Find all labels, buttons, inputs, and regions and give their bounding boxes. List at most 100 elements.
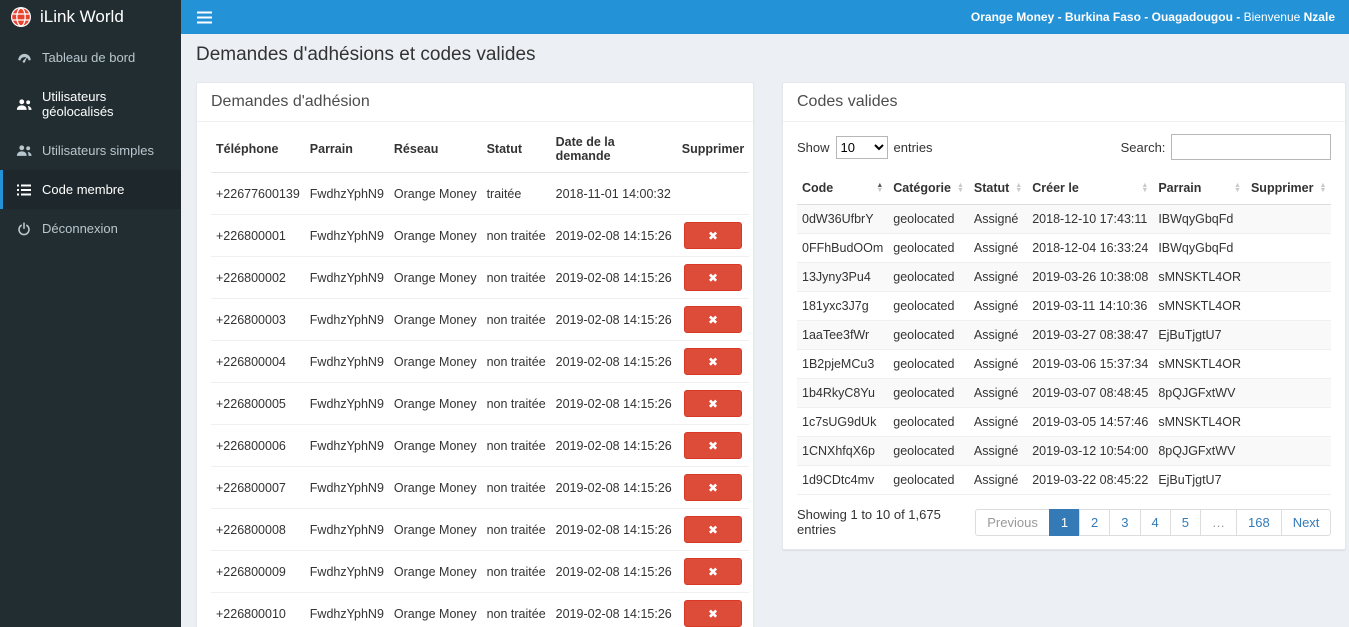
- statut-cell: Assigné: [968, 407, 1028, 437]
- delete-button[interactable]: ✖: [683, 558, 742, 585]
- page-length-control: Show 10 entries: [797, 135, 933, 159]
- page-button[interactable]: 2: [1079, 508, 1111, 536]
- close-icon: ✖: [707, 354, 719, 369]
- column-header-statut[interactable]: Statut ▲ ▼: [968, 172, 1028, 205]
- parrain-cell: IBWqyGbqFd: [1153, 204, 1246, 234]
- creer-le-cell: 2018-12-04 16:33:24: [1027, 233, 1154, 263]
- codes-header-row: Code ▲ ▼ Catégorie ▲ ▼ Statut ▲ ▼ Créer …: [797, 172, 1332, 205]
- statut-cell: Assigné: [968, 378, 1028, 408]
- telephone-cell: +226800008: [211, 508, 305, 551]
- delete-button[interactable]: ✖: [683, 390, 742, 417]
- date-cell: 2019-02-08 14:15:26: [550, 298, 677, 341]
- creer-le-cell: 2019-03-07 08:48:45: [1027, 378, 1154, 408]
- supprimer-cell: [1245, 204, 1332, 234]
- code-table-row: 1c7sUG9dUk geolocated Assigné 2019-03-05…: [797, 407, 1332, 437]
- supprimer-cell: ✖: [676, 508, 750, 551]
- column-header-supprimer[interactable]: Supprimer ▲ ▼: [1245, 172, 1332, 205]
- page-title: Demandes d'adhésions et codes valides: [196, 44, 536, 65]
- code-cell: 181yxc3J7g: [797, 291, 889, 321]
- reseau-cell: Orange Money: [388, 298, 482, 341]
- page-button[interactable]: …: [1199, 508, 1237, 536]
- statut-cell: traitée: [481, 172, 551, 215]
- categorie-cell: geolocated: [888, 233, 969, 263]
- supprimer-cell: ✖: [676, 340, 750, 383]
- page-button[interactable]: 1: [1048, 508, 1081, 536]
- reseau-cell: Orange Money: [388, 508, 482, 551]
- sidebar-item-logout[interactable]: Déconnexion: [0, 209, 181, 248]
- pagination: Previous 1 2 3 4 5 … 168 Next: [975, 508, 1332, 536]
- supprimer-cell: [1245, 262, 1332, 292]
- delete-button[interactable]: ✖: [683, 600, 742, 627]
- reseau-cell: Orange Money: [388, 214, 482, 257]
- statut-cell: Assigné: [968, 320, 1028, 350]
- adhesions-panel-title: Demandes d'adhésion: [197, 83, 753, 122]
- statut-cell: Assigné: [968, 233, 1028, 263]
- categorie-cell: geolocated: [888, 436, 969, 466]
- page-button[interactable]: 5: [1169, 508, 1201, 536]
- creer-le-cell: 2019-03-22 08:45:22: [1027, 465, 1154, 495]
- parrain-cell: EjBuTjgtU7: [1153, 320, 1246, 350]
- code-cell: 0dW36UfbrY: [797, 204, 889, 234]
- user-info[interactable]: Orange Money - Burkina Faso - Ouagadougo…: [971, 10, 1349, 24]
- sidebar-item-users-simple[interactable]: Utilisateurs simples: [0, 131, 181, 170]
- delete-button[interactable]: ✖: [683, 222, 742, 249]
- parrain-cell: FwdhzYphN9: [304, 298, 389, 341]
- search-input[interactable]: [1171, 134, 1332, 160]
- globe-icon: [10, 6, 32, 28]
- adhesion-table-row: +226800003 FwdhzYphN9 Orange Money non t…: [211, 298, 750, 341]
- delete-button[interactable]: ✖: [683, 432, 742, 459]
- telephone-cell: +226800002: [211, 256, 305, 299]
- parrain-cell: sMNSKTL4OR: [1153, 407, 1246, 437]
- brand[interactable]: iLink World: [0, 0, 181, 34]
- supprimer-cell: [1245, 465, 1332, 495]
- sidebar-item-member-code[interactable]: Code membre: [0, 170, 181, 209]
- categorie-cell: geolocated: [888, 204, 969, 234]
- categorie-cell: geolocated: [888, 407, 969, 437]
- delete-button[interactable]: ✖: [683, 474, 742, 501]
- delete-button[interactable]: ✖: [683, 306, 742, 333]
- delete-button[interactable]: ✖: [683, 516, 742, 543]
- code-cell: 0FFhBudOOm: [797, 233, 889, 263]
- column-header-supprimer: Supprimer: [676, 126, 750, 173]
- categorie-cell: geolocated: [888, 349, 969, 379]
- categorie-cell: geolocated: [888, 320, 969, 350]
- page-button[interactable]: 168: [1235, 508, 1282, 536]
- adhesions-panel: Demandes d'adhésion Téléphone Parrain Ré…: [196, 82, 754, 627]
- parrain-cell: FwdhzYphN9: [304, 424, 389, 467]
- sidebar-item-label: Déconnexion: [42, 221, 118, 236]
- close-icon: ✖: [707, 228, 719, 243]
- delete-button[interactable]: ✖: [683, 348, 742, 375]
- creer-le-cell: 2019-03-12 10:54:00: [1027, 436, 1154, 466]
- categorie-cell: geolocated: [888, 378, 969, 408]
- parrain-cell: IBWqyGbqFd: [1153, 233, 1246, 263]
- column-header-code[interactable]: Code ▲ ▼: [797, 172, 889, 205]
- column-header-creer-le[interactable]: Créer le ▲ ▼: [1027, 172, 1154, 205]
- delete-button[interactable]: ✖: [683, 264, 742, 291]
- code-table-row: 1aaTee3fWr geolocated Assigné 2019-03-27…: [797, 320, 1332, 350]
- parrain-cell: EjBuTjgtU7: [1153, 465, 1246, 495]
- sidebar-menu: Tableau de bord Utilisateurs géolocalisé…: [0, 34, 181, 248]
- sidebar-item-users-geolocated[interactable]: Utilisateurs géolocalisés: [0, 77, 181, 131]
- page-button[interactable]: Previous: [975, 508, 1050, 536]
- page-button[interactable]: 4: [1139, 508, 1171, 536]
- supprimer-cell: [1245, 349, 1332, 379]
- page-button[interactable]: 3: [1109, 508, 1141, 536]
- page-length-select[interactable]: 10: [835, 135, 888, 159]
- close-icon: ✖: [707, 270, 719, 285]
- table-info: Showing 1 to 10 of 1,675 entries: [797, 507, 941, 537]
- adhesions-header-row: Téléphone Parrain Réseau Statut Date de …: [211, 126, 750, 173]
- page-button[interactable]: Next: [1280, 508, 1332, 536]
- code-cell: 1CNXhfqX6p: [797, 436, 889, 466]
- search-label: Search:: [1120, 139, 1166, 155]
- sort-icon: ▲ ▼: [1234, 181, 1241, 194]
- column-header-parrain[interactable]: Parrain ▲ ▼: [1153, 172, 1246, 205]
- entries-label: entries: [893, 139, 933, 155]
- column-header-categorie[interactable]: Catégorie ▲ ▼: [888, 172, 969, 205]
- close-icon: ✖: [707, 522, 719, 537]
- telephone-cell: +226800001: [211, 214, 305, 257]
- sidebar-item-dashboard[interactable]: Tableau de bord: [0, 38, 181, 77]
- statut-cell: Assigné: [968, 291, 1028, 321]
- sidebar: Tableau de bord Utilisateurs géolocalisé…: [0, 34, 181, 627]
- sidebar-toggle-button[interactable]: [181, 0, 227, 34]
- date-cell: 2018-11-01 14:00:32: [550, 172, 677, 215]
